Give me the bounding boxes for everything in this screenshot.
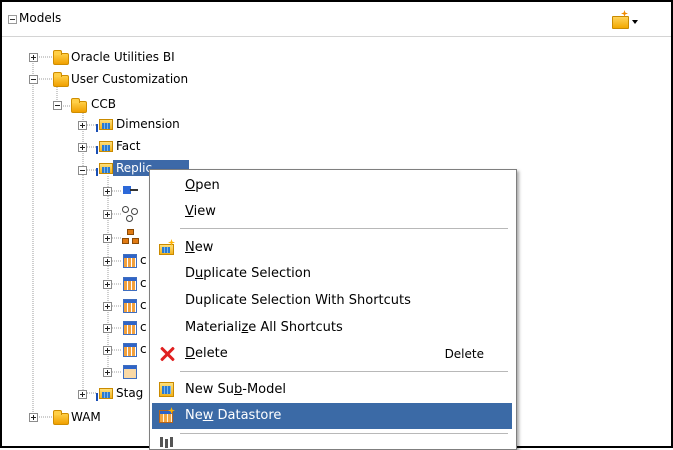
tree-node-label: Oracle Utilities BI xyxy=(71,50,175,64)
tree-child-node[interactable]: c xyxy=(0,297,160,315)
menu-item-label: New Datastore xyxy=(185,408,282,423)
key-icon xyxy=(123,186,138,198)
new-model-icon xyxy=(158,239,176,257)
datastore-icon xyxy=(123,365,137,379)
panel-header: Models xyxy=(2,2,671,37)
submodel-icon xyxy=(96,161,114,177)
folder-icon xyxy=(612,16,629,29)
datastore-icon xyxy=(123,299,137,313)
menu-item-new-datastore[interactable]: New Datastore xyxy=(152,403,512,429)
tree-node-user-customization[interactable]: User Customization xyxy=(0,71,300,89)
tree-node-fact[interactable]: Fact xyxy=(0,138,300,156)
tree-node-label: User Customization xyxy=(71,72,189,86)
tree-child-node[interactable]: c xyxy=(0,252,160,270)
dropdown-arrow-icon xyxy=(632,20,638,24)
tree-node-label: c xyxy=(140,298,147,312)
graph-icon xyxy=(122,206,138,222)
menu-item-more[interactable] xyxy=(152,435,512,448)
menu-item-delete[interactable]: Delete Delete xyxy=(152,341,512,367)
menu-item-label: Duplicate Selection With Shortcuts xyxy=(185,293,411,308)
collapse-icon[interactable] xyxy=(53,101,62,110)
menu-item-label: Delete xyxy=(185,346,228,361)
tree-node-label: c xyxy=(140,320,147,334)
datastore-icon xyxy=(123,321,137,335)
menu-separator xyxy=(180,433,508,434)
menu-item-duplicate-selection-with-shortcuts[interactable]: Duplicate Selection With Shortcuts xyxy=(152,288,512,314)
menu-item-new-sub-model[interactable]: New Sub-Model xyxy=(152,377,512,403)
tree-node-label: c xyxy=(140,253,147,267)
tree-child-node[interactable] xyxy=(0,363,160,381)
tree-node-ccb[interactable]: CCB xyxy=(0,96,300,114)
expand-icon[interactable] xyxy=(29,53,38,62)
expand-icon[interactable] xyxy=(78,143,87,152)
expand-icon[interactable] xyxy=(103,280,112,289)
folder-icon xyxy=(53,410,69,425)
submodel-icon xyxy=(96,139,114,155)
submodel-icon xyxy=(96,117,114,133)
folder-icon xyxy=(53,50,69,65)
tree-child-node[interactable]: c xyxy=(0,341,160,359)
menu-item-shortcut: Delete xyxy=(444,347,484,361)
expand-icon[interactable] xyxy=(103,368,112,377)
menu-separator xyxy=(180,228,508,229)
collapse-icon[interactable] xyxy=(78,166,87,175)
tree-node-label: Dimension xyxy=(116,117,180,131)
expand-icon[interactable] xyxy=(78,121,87,130)
menu-item-label: View xyxy=(185,204,216,219)
tree-child-node[interactable]: c xyxy=(0,275,160,293)
tree-node-label: c xyxy=(140,342,147,356)
expand-icon[interactable] xyxy=(103,234,112,243)
collapse-icon[interactable] xyxy=(29,75,38,84)
submodel-icon xyxy=(96,386,114,402)
hierarchy-icon xyxy=(122,229,139,245)
menu-item-label: Materialize All Shortcuts xyxy=(185,320,343,335)
expand-icon[interactable] xyxy=(103,302,112,311)
submodel-icon xyxy=(158,381,176,399)
tree-node-oracle-utilities-bi[interactable]: Oracle Utilities BI xyxy=(0,49,300,67)
menu-item-new[interactable]: New xyxy=(152,235,512,261)
tree-node-label: Stag xyxy=(116,386,144,400)
tree-node-staging[interactable]: Stag xyxy=(0,385,160,403)
expand-icon[interactable] xyxy=(29,413,38,422)
menu-item-label: New xyxy=(185,240,214,255)
datastore-icon xyxy=(158,407,176,425)
tree-node-label: WAM xyxy=(71,410,101,424)
menu-item-open[interactable]: Open xyxy=(152,173,512,199)
delete-icon xyxy=(158,345,176,363)
context-menu: Open View New Duplicate Selection Duplic… xyxy=(149,169,517,450)
expand-icon[interactable] xyxy=(103,257,112,266)
collapse-panel-icon[interactable] xyxy=(8,15,17,24)
panel-title: Models xyxy=(19,11,62,25)
tree-child-node[interactable] xyxy=(0,205,160,223)
tree-node-wam[interactable]: WAM xyxy=(0,409,160,427)
expand-icon[interactable] xyxy=(78,390,87,399)
expand-icon[interactable] xyxy=(103,346,112,355)
datastore-icon xyxy=(123,277,137,291)
tree-node-label: c xyxy=(140,276,147,290)
tree-node-label: Fact xyxy=(116,139,141,153)
datastore-icon xyxy=(123,343,137,357)
misc-icon xyxy=(160,437,176,448)
tree-child-node[interactable] xyxy=(0,229,160,247)
expand-icon[interactable] xyxy=(103,324,112,333)
menu-item-view[interactable]: View xyxy=(152,199,512,225)
folder-icon xyxy=(53,72,69,87)
expand-icon[interactable] xyxy=(103,210,112,219)
tree-node-dimension[interactable]: Dimension xyxy=(0,116,300,134)
menu-item-materialize-all-shortcuts[interactable]: Materialize All Shortcuts xyxy=(152,315,512,341)
datastore-icon xyxy=(123,254,137,268)
menu-item-duplicate-selection[interactable]: Duplicate Selection xyxy=(152,261,512,287)
menu-item-label: New Sub-Model xyxy=(185,382,286,397)
menu-item-label: Duplicate Selection xyxy=(185,266,311,281)
tree-node-label: Replic xyxy=(116,161,153,175)
menu-item-label: Open xyxy=(185,178,220,193)
menu-separator xyxy=(180,371,508,372)
tree-node-label: CCB xyxy=(91,97,116,111)
new-folder-menu-button[interactable] xyxy=(612,10,638,29)
tree-child-node[interactable]: c xyxy=(0,319,160,337)
tree-child-node[interactable] xyxy=(0,183,160,201)
folder-icon xyxy=(71,98,87,113)
expand-icon[interactable] xyxy=(103,187,112,196)
